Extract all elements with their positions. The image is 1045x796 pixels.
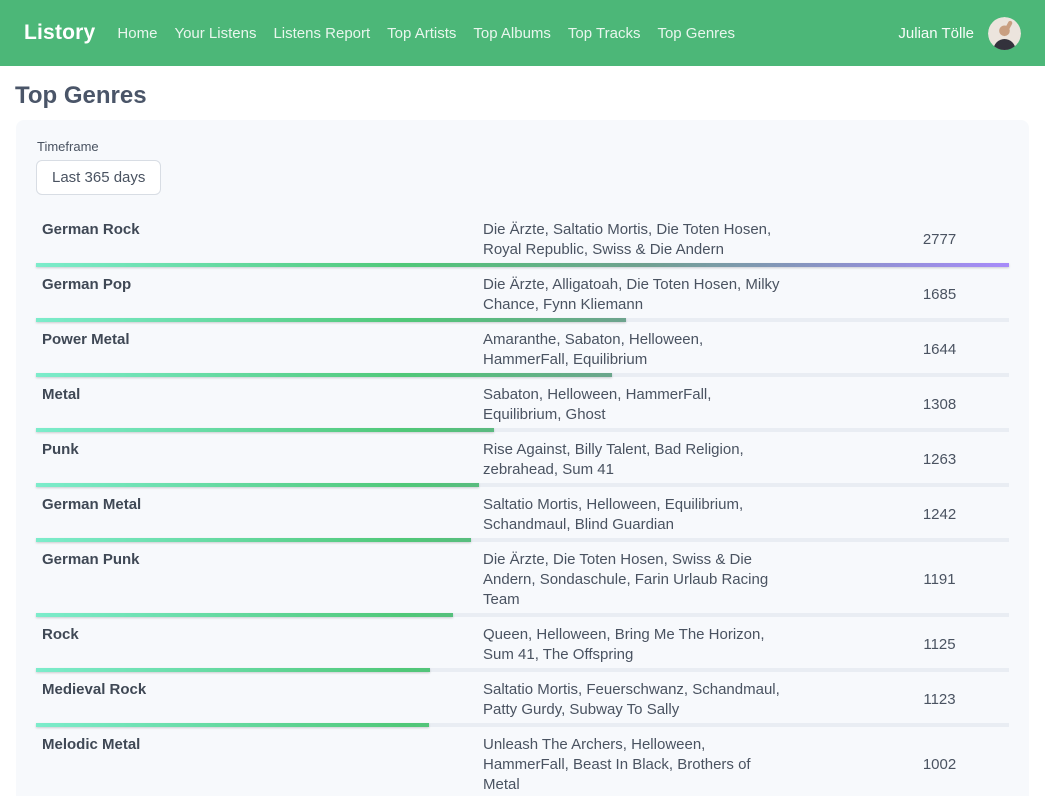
user-avatar[interactable] — [988, 17, 1021, 50]
genre-artists: Rise Against, Billy Talent, Bad Religion… — [483, 438, 783, 480]
genre-row: Medieval Rock Saltatio Mortis, Feuerschw… — [36, 672, 1009, 727]
genre-row: German Rock Die Ärzte, Saltatio Mortis, … — [36, 212, 1009, 267]
genre-row: German Punk Die Ärzte, Die Toten Hosen, … — [36, 542, 1009, 617]
genre-artists: Amaranthe, Sabaton, Helloween, HammerFal… — [483, 328, 783, 370]
genre-name: German Punk — [36, 548, 483, 610]
genre-row: German Metal Saltatio Mortis, Helloween,… — [36, 487, 1009, 542]
genre-row: Metal Sabaton, Helloween, HammerFall, Eq… — [36, 377, 1009, 432]
genre-count: 1644 — [870, 341, 1009, 358]
genre-artists: Saltatio Mortis, Feuerschwanz, Schandmau… — [483, 678, 783, 720]
genre-row: Power Metal Amaranthe, Sabaton, Hellowee… — [36, 322, 1009, 377]
genre-name: Punk — [36, 438, 483, 480]
top-genres-card: Timeframe Last 365 days German Rock Die … — [16, 120, 1029, 796]
nav-item-top-genres[interactable]: Top Genres — [657, 25, 735, 42]
nav-item-listens-report[interactable]: Listens Report — [273, 25, 370, 42]
genre-name: Melodic Metal — [36, 733, 483, 795]
genre-artists: Queen, Helloween, Bring Me The Horizon, … — [483, 623, 783, 665]
genre-name: German Metal — [36, 493, 483, 535]
nav-item-home[interactable]: Home — [117, 25, 157, 42]
genre-name: Metal — [36, 383, 483, 425]
genres-table: German Rock Die Ärzte, Saltatio Mortis, … — [36, 212, 1009, 796]
genre-row: Rock Queen, Helloween, Bring Me The Hori… — [36, 617, 1009, 672]
timeframe-select[interactable]: Last 365 days — [36, 160, 161, 195]
main-nav: Home Your Listens Listens Report Top Art… — [117, 25, 735, 42]
genre-artists: Die Ärzte, Die Toten Hosen, Swiss & Die … — [483, 548, 783, 610]
nav-item-top-tracks[interactable]: Top Tracks — [568, 25, 641, 42]
genre-name: German Rock — [36, 218, 483, 260]
page-title: Top Genres — [15, 82, 1045, 110]
timeframe-label: Timeframe — [37, 139, 1009, 154]
nav-item-your-listens[interactable]: Your Listens — [174, 25, 256, 42]
navbar: Listory Home Your Listens Listens Report… — [0, 0, 1045, 66]
genre-artists: Die Ärzte, Saltatio Mortis, Die Toten Ho… — [483, 218, 783, 260]
user-name[interactable]: Julian Tölle — [898, 25, 974, 42]
genre-name: Power Metal — [36, 328, 483, 370]
genre-artists: Sabaton, Helloween, HammerFall, Equilibr… — [483, 383, 783, 425]
genre-count: 1002 — [870, 756, 1009, 773]
genre-row: German Pop Die Ärzte, Alligatoah, Die To… — [36, 267, 1009, 322]
genre-count: 1123 — [870, 691, 1009, 708]
genre-artists: Die Ärzte, Alligatoah, Die Toten Hosen, … — [483, 273, 783, 315]
genre-count: 1191 — [870, 571, 1009, 588]
genre-count: 1308 — [870, 396, 1009, 413]
genre-count: 1685 — [870, 286, 1009, 303]
genre-row: Punk Rise Against, Billy Talent, Bad Rel… — [36, 432, 1009, 487]
nav-item-top-artists[interactable]: Top Artists — [387, 25, 456, 42]
genre-count: 2777 — [870, 231, 1009, 248]
genre-name: Medieval Rock — [36, 678, 483, 720]
genre-count: 1125 — [870, 636, 1009, 653]
genre-artists: Unleash The Archers, Helloween, HammerFa… — [483, 733, 783, 795]
main-content: Top Genres Timeframe Last 365 days Germa… — [0, 82, 1045, 796]
app-logo[interactable]: Listory — [24, 21, 95, 45]
user-menu: Julian Tölle — [898, 17, 1021, 50]
nav-item-top-albums[interactable]: Top Albums — [473, 25, 551, 42]
genre-count: 1242 — [870, 506, 1009, 523]
genre-artists: Saltatio Mortis, Helloween, Equilibrium,… — [483, 493, 783, 535]
genre-row: Melodic Metal Unleash The Archers, Hello… — [36, 727, 1009, 796]
genre-name: German Pop — [36, 273, 483, 315]
genre-count: 1263 — [870, 451, 1009, 468]
genre-name: Rock — [36, 623, 483, 665]
